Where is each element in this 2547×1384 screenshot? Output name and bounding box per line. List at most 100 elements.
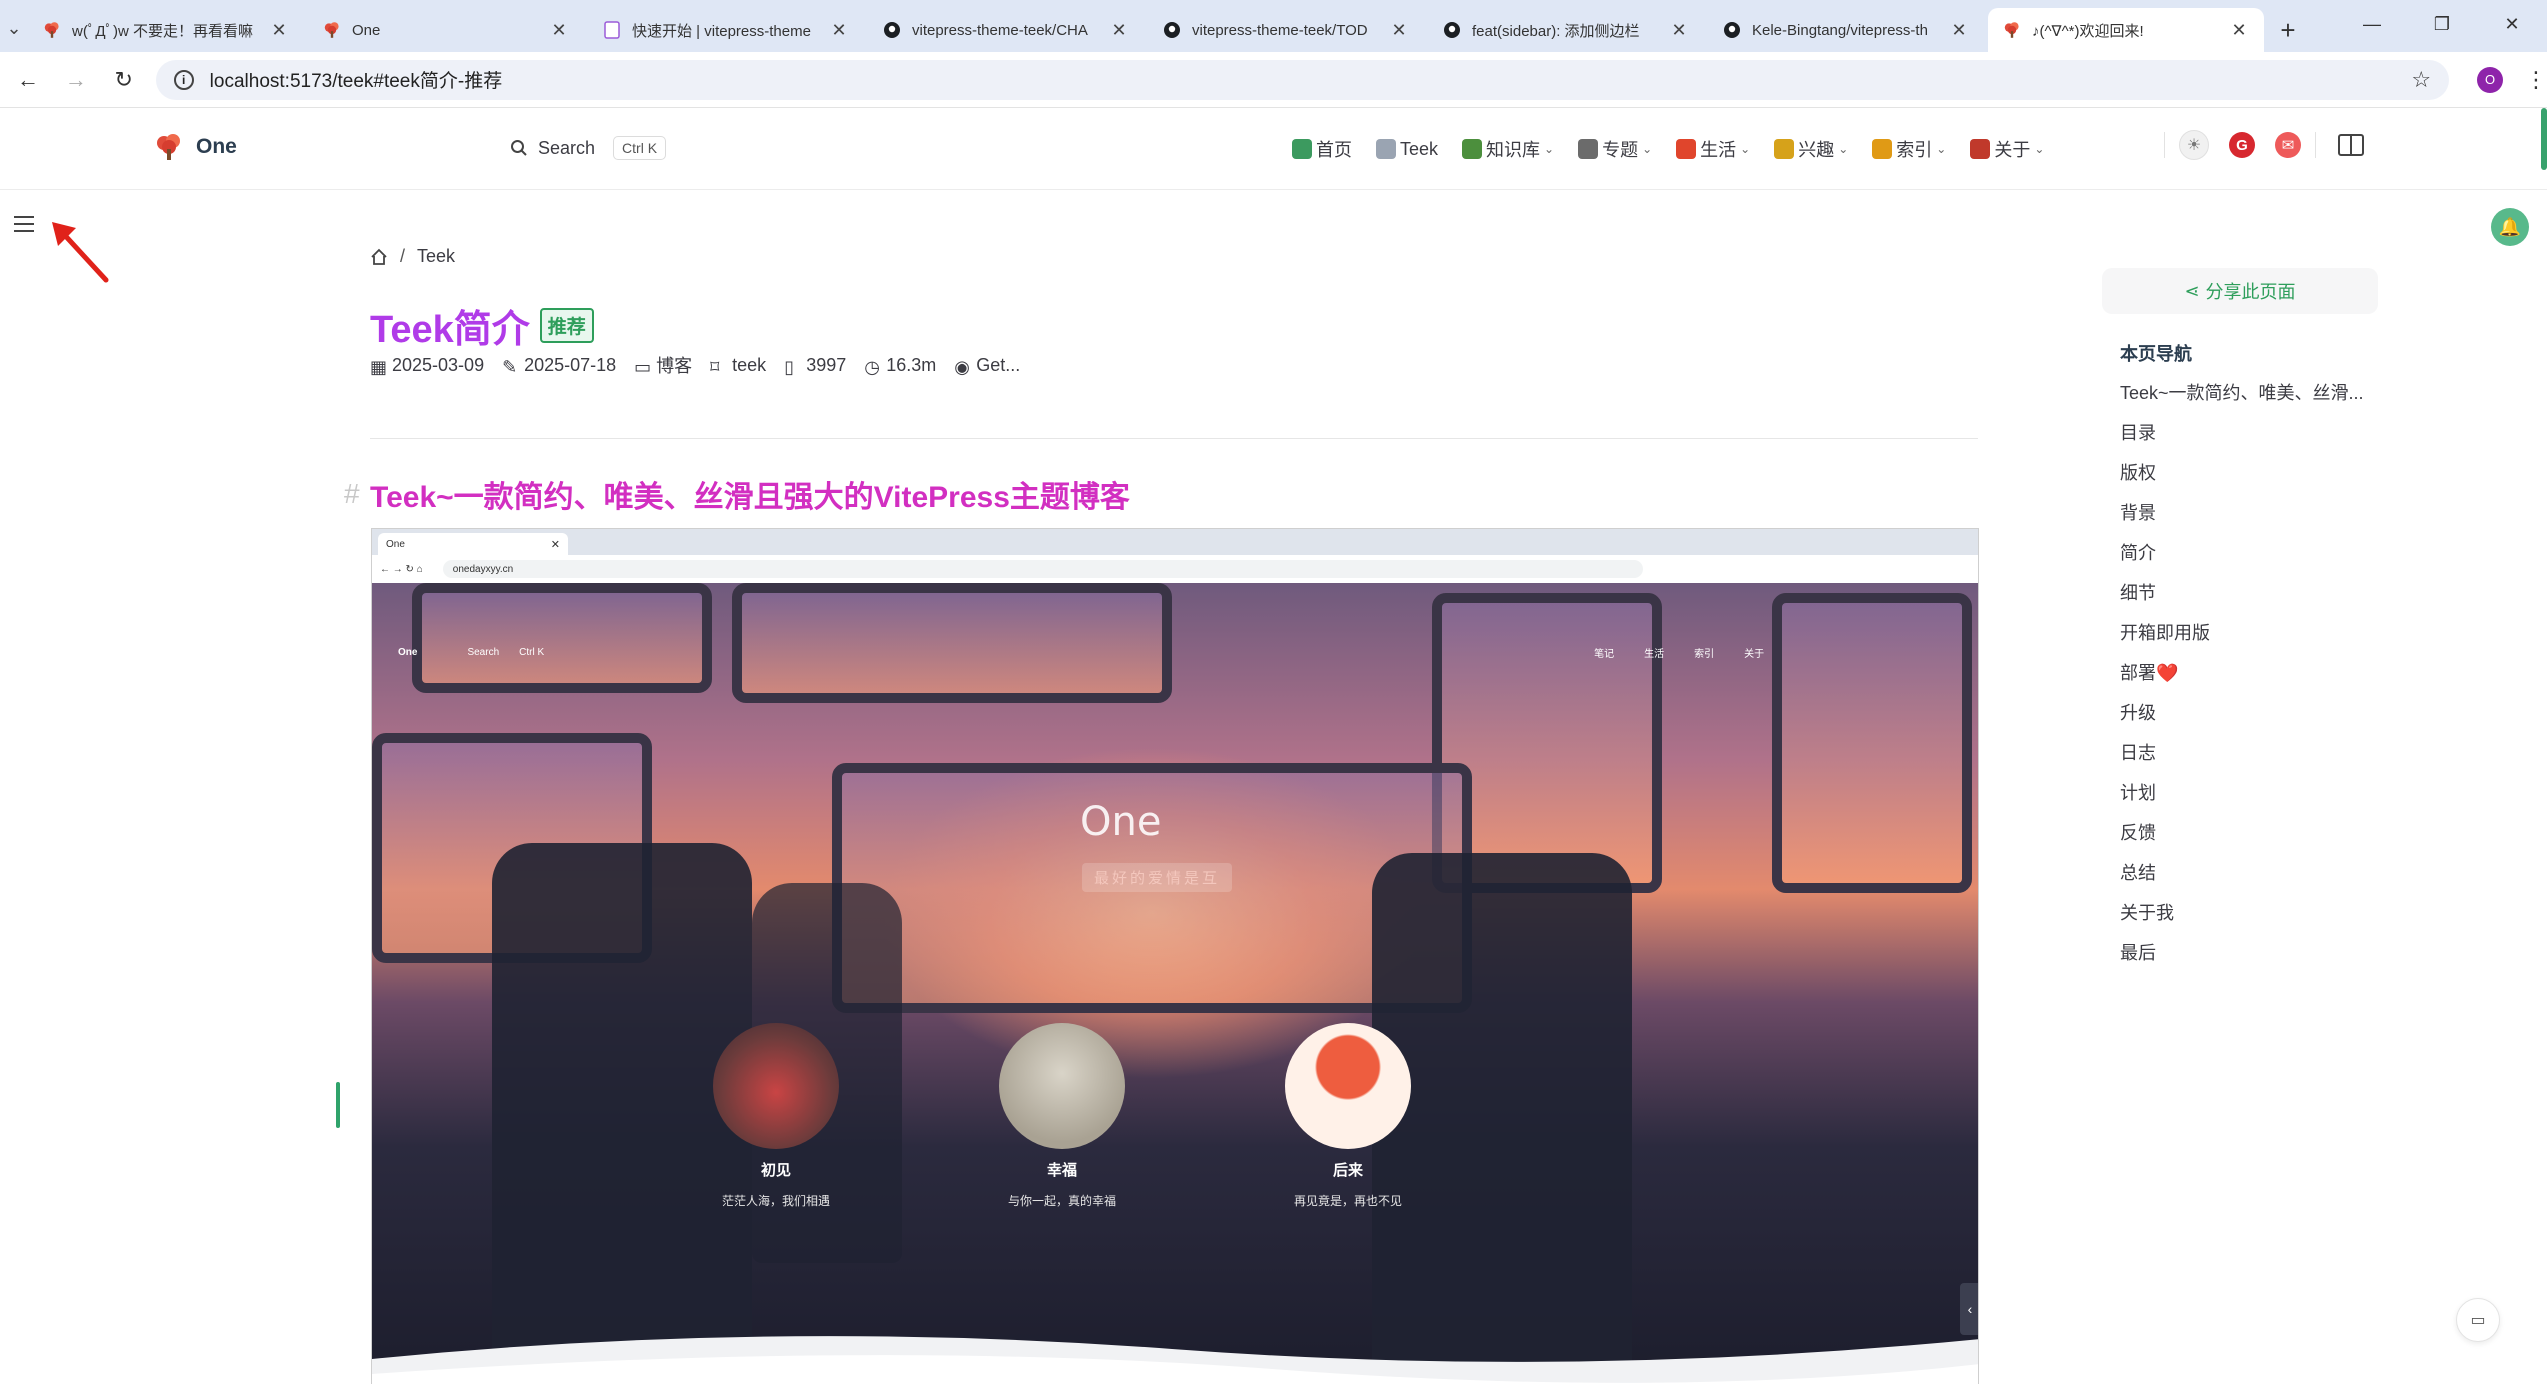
browser-tab[interactable]: vitepress-theme-teek/TOD ✕ bbox=[1148, 8, 1424, 52]
chevron-down-icon: ⌄ bbox=[2034, 142, 2045, 156]
outline-item[interactable]: 开箱即用版 bbox=[2120, 622, 2364, 662]
tab-title: vitepress-theme-teek/CHA bbox=[912, 21, 1088, 39]
outline-item[interactable]: 日志 bbox=[2120, 742, 2364, 782]
mail-icon[interactable]: ✉ bbox=[2275, 132, 2301, 158]
browser-tab[interactable]: 快速开始 | vitepress-theme ✕ bbox=[588, 8, 864, 52]
browser-tab[interactable]: vitepress-theme-teek/CHA ✕ bbox=[868, 8, 1144, 52]
created-date: 2025-03-09 bbox=[392, 354, 485, 375]
nav-item-label: 首页 bbox=[1316, 140, 1352, 160]
screenshot-url: onedayxyy.cn bbox=[442, 560, 1643, 578]
tab-close-icon[interactable]: ✕ bbox=[2228, 20, 2250, 41]
tab-close-icon[interactable]: ✕ bbox=[1108, 20, 1130, 41]
nav-item-0[interactable]: 首页 bbox=[1292, 136, 1352, 162]
outline-item[interactable]: 目录 bbox=[2120, 422, 2364, 462]
nav-item-3[interactable]: 专题 ⌄ bbox=[1578, 136, 1652, 162]
tag-icon bbox=[1872, 139, 1893, 159]
gitee-icon[interactable]: G bbox=[2229, 132, 2255, 158]
nav-item-1[interactable]: Teek bbox=[1376, 139, 1438, 160]
nav-item-2[interactable]: 知识库 ⌄ bbox=[1462, 136, 1554, 162]
screenshot-tab-close-icon: ✕ bbox=[550, 538, 560, 551]
outline-item[interactable]: 反馈 bbox=[2120, 822, 2364, 862]
card-photo bbox=[999, 1023, 1125, 1149]
nav-item-label: Teek bbox=[1400, 138, 1439, 159]
screenshot-tabbar: One ✕ bbox=[372, 529, 1978, 555]
screenshot-nav-icons: ← → ↻ ⌂ bbox=[380, 563, 423, 575]
outline-item[interactable]: 部署❤️ bbox=[2120, 662, 2364, 702]
browser-toolbar: ← → ↻ i localhost:5173/teek#teek简介-推荐 ☆ … bbox=[0, 52, 2547, 108]
browser-tab[interactable]: Kele-Bingtang/vitepress-th ✕ bbox=[1708, 8, 1984, 52]
tab-close-icon[interactable]: ✕ bbox=[268, 20, 290, 41]
outline-item[interactable]: 最后 bbox=[2120, 942, 2364, 982]
tab-close-icon[interactable]: ✕ bbox=[1388, 20, 1410, 41]
url-text[interactable]: localhost:5173/teek#teek简介-推荐 bbox=[210, 66, 2412, 93]
tag-link[interactable]: teek bbox=[732, 355, 766, 376]
outline-item[interactable]: Teek~一款简约、唯美、丝滑... bbox=[2120, 382, 2364, 422]
outline-item[interactable]: 总结 bbox=[2120, 862, 2364, 902]
site-navbar: One Search Ctrl K 首页 Teek 知识库 ⌄ 专题 ⌄ 生活 ⌄ 兴趣 ⌄ 索引 ⌄… bbox=[0, 108, 2547, 190]
github-icon bbox=[1162, 20, 1182, 40]
nav-item-5[interactable]: 兴趣 ⌄ bbox=[1774, 136, 1848, 162]
new-tab-button[interactable]: + bbox=[2268, 8, 2308, 52]
breadcrumb-separator: / bbox=[400, 246, 406, 266]
nav-item-4[interactable]: 生活 ⌄ bbox=[1676, 136, 1750, 162]
close-window-icon[interactable]: ✕ bbox=[2477, 0, 2547, 48]
screenshot-nav-item: 索引 bbox=[1694, 648, 1715, 660]
reading-mode-icon[interactable] bbox=[2338, 134, 2364, 156]
share-page-button[interactable]: ⋖ 分享此页面 bbox=[2102, 268, 2378, 314]
profile-avatar[interactable]: O bbox=[2477, 66, 2504, 93]
back-icon[interactable]: ← bbox=[8, 60, 48, 100]
tab-search-chevron-icon[interactable]: ⌄ bbox=[0, 4, 28, 52]
outline-item[interactable]: 计划 bbox=[2120, 782, 2364, 822]
minimize-icon[interactable]: — bbox=[2337, 0, 2407, 48]
tab-title: Kele-Bingtang/vitepress-th bbox=[1752, 21, 1928, 39]
meta-category[interactable]: ▭ 博客 bbox=[634, 352, 692, 378]
site-info-icon[interactable]: i bbox=[173, 69, 194, 90]
browser-tab[interactable]: One ✕ bbox=[308, 8, 584, 52]
browser-tab[interactable]: feat(sidebar): 添加侧边栏 ✕ bbox=[1428, 8, 1704, 52]
nav-item-6[interactable]: 索引 ⌄ bbox=[1872, 136, 1946, 162]
theme-toggle-icon[interactable]: ☀ bbox=[2179, 130, 2209, 160]
search-button[interactable]: Search Ctrl K bbox=[510, 136, 667, 160]
home-icon[interactable] bbox=[370, 248, 388, 266]
book-icon: ▯ bbox=[784, 357, 795, 377]
category-link[interactable]: 博客 bbox=[656, 352, 692, 378]
breadcrumb-item[interactable]: Teek bbox=[417, 246, 455, 267]
restore-icon[interactable]: ❐ bbox=[2407, 0, 2477, 48]
tree-icon bbox=[42, 20, 62, 40]
address-bar[interactable]: i localhost:5173/teek#teek简介-推荐 ☆ bbox=[155, 59, 2450, 100]
github-icon bbox=[1722, 20, 1742, 40]
outline-item[interactable]: 版权 bbox=[2120, 462, 2364, 502]
browser-tab[interactable]: ♪(^∇^*)欢迎回来! ✕ bbox=[1988, 8, 2264, 52]
tab-close-icon[interactable]: ✕ bbox=[548, 20, 570, 41]
section-heading: # Teek~一款简约、唯美、丝滑且强大的VitePress主题博客 bbox=[344, 472, 1130, 516]
notification-bell-icon[interactable]: 🔔 bbox=[2491, 208, 2529, 246]
screenshot-tab-title: One bbox=[386, 538, 405, 550]
word-count: 3997 bbox=[806, 354, 847, 375]
card-photo bbox=[713, 1023, 839, 1149]
reload-icon[interactable]: ↻ bbox=[104, 60, 144, 100]
outline-item[interactable]: 背景 bbox=[2120, 502, 2364, 542]
browser-menu-icon[interactable]: ⋮ bbox=[2525, 67, 2547, 93]
outline-item[interactable]: 简介 bbox=[2120, 542, 2364, 582]
page: One Search Ctrl K 首页 Teek 知识库 ⌄ 专题 ⌄ 生活 ⌄ 兴趣 ⌄ 索引 ⌄… bbox=[0, 108, 2547, 1384]
comment-button-icon[interactable]: ▭ bbox=[2456, 1298, 2500, 1342]
sidebar-toggle-icon[interactable] bbox=[14, 214, 34, 234]
page-scrollbar[interactable] bbox=[2541, 108, 2547, 170]
tab-close-icon[interactable]: ✕ bbox=[828, 20, 850, 41]
heading-text: Teek~一款简约、唯美、丝滑且强大的VitePress主题博客 bbox=[370, 481, 1130, 514]
site-brand[interactable]: One bbox=[154, 132, 237, 162]
tab-close-icon[interactable]: ✕ bbox=[1668, 20, 1690, 41]
tab-title: ♪(^∇^*)欢迎回来! bbox=[2032, 22, 2144, 40]
nav-item-7[interactable]: 关于 ⌄ bbox=[1970, 136, 2044, 162]
outline-item[interactable]: 关于我 bbox=[2120, 902, 2364, 942]
outline-item[interactable]: 细节 bbox=[2120, 582, 2364, 622]
meta-tag[interactable]: ⌑ teek bbox=[710, 355, 766, 378]
forward-icon[interactable]: → bbox=[56, 60, 96, 100]
tab-title: vitepress-theme-teek/TOD bbox=[1192, 21, 1368, 39]
bookmark-star-icon[interactable]: ☆ bbox=[2411, 67, 2431, 93]
tab-close-icon[interactable]: ✕ bbox=[1948, 20, 1970, 41]
browser-tab[interactable]: w(ﾟДﾟ)w 不要走！再看看嘛 ✕ bbox=[28, 8, 304, 52]
outline-item[interactable]: 升级 bbox=[2120, 702, 2364, 742]
tab-title: 快速开始 | vitepress-theme bbox=[632, 22, 811, 40]
heading-anchor[interactable]: # bbox=[344, 478, 360, 510]
